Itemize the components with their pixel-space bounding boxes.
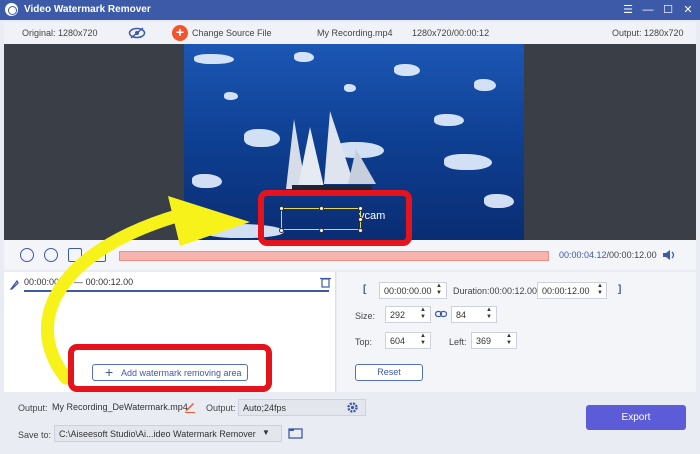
watermark-highlight-box bbox=[258, 190, 412, 246]
add-area-highlight-box bbox=[68, 344, 272, 392]
